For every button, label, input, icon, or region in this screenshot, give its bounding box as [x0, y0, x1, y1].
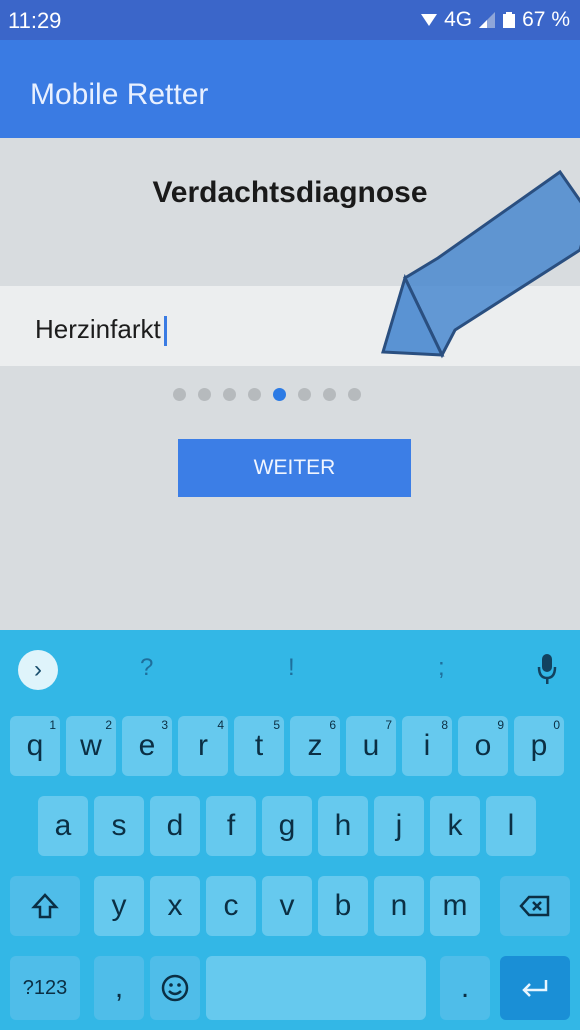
- diagnosis-input[interactable]: Herzinfarkt: [0, 286, 580, 366]
- key-n[interactable]: n: [374, 876, 424, 936]
- expand-chevron-button[interactable]: ›: [18, 650, 58, 690]
- page-indicator: [173, 388, 361, 401]
- suggestion-3[interactable]: ;: [438, 654, 445, 682]
- key-w[interactable]: w2: [66, 716, 116, 776]
- key-u[interactable]: u7: [346, 716, 396, 776]
- key-k[interactable]: k: [430, 796, 480, 856]
- comma-key[interactable]: ,: [94, 956, 144, 1020]
- key-l[interactable]: l: [486, 796, 536, 856]
- microphone-icon[interactable]: [536, 652, 558, 686]
- battery-icon: [503, 12, 516, 28]
- page-dot: [173, 388, 186, 401]
- page-dot: [323, 388, 336, 401]
- key-c[interactable]: c: [206, 876, 256, 936]
- key-r[interactable]: r4: [178, 716, 228, 776]
- content-area: Verdachtsdiagnose Herzinfarkt WEITER: [0, 138, 580, 630]
- page-dot: [248, 388, 261, 401]
- status-bar: 11:29 4G 67 %: [0, 0, 580, 40]
- key-s[interactable]: s: [94, 796, 144, 856]
- key-a[interactable]: a: [38, 796, 88, 856]
- key-d[interactable]: d: [150, 796, 200, 856]
- key-v[interactable]: v: [262, 876, 312, 936]
- key-i[interactable]: i8: [402, 716, 452, 776]
- enter-icon: [522, 980, 548, 997]
- key-m[interactable]: m: [430, 876, 480, 936]
- key-q[interactable]: q1: [10, 716, 60, 776]
- text-cursor: [163, 316, 167, 347]
- page-dot: [348, 388, 361, 401]
- app-title: Mobile Retter: [30, 78, 209, 111]
- status-indicators: 4G 67 %: [420, 8, 570, 32]
- network-type: 4G: [444, 8, 473, 31]
- period-key[interactable]: .: [440, 956, 490, 1020]
- backspace-key[interactable]: [500, 876, 570, 936]
- key-o[interactable]: o9: [458, 716, 508, 776]
- page-title: Verdachtsdiagnose: [152, 176, 428, 209]
- key-h[interactable]: h: [318, 796, 368, 856]
- key-j[interactable]: j: [374, 796, 424, 856]
- status-time: 11:29: [8, 8, 62, 33]
- key-t[interactable]: t5: [234, 716, 284, 776]
- key-b[interactable]: b: [318, 876, 368, 936]
- key-g[interactable]: g: [262, 796, 312, 856]
- keyboard: › ? ! ; q1 w2 e3 r4 t5 z6 u7 i8 o9 p0 a …: [0, 630, 580, 1030]
- page-dot-active: [273, 388, 286, 401]
- key-f[interactable]: f: [206, 796, 256, 856]
- emoji-key[interactable]: [150, 956, 200, 1020]
- space-key[interactable]: [206, 956, 426, 1020]
- symbols-key[interactable]: ?123: [10, 956, 80, 1020]
- diagnosis-input-value: Herzinfarkt: [35, 314, 167, 347]
- emoji-icon: [161, 974, 189, 1002]
- enter-key[interactable]: [500, 956, 570, 1020]
- page-dot: [198, 388, 211, 401]
- backspace-icon: [519, 895, 550, 917]
- key-y[interactable]: y: [94, 876, 144, 936]
- wifi-icon: [421, 14, 438, 26]
- suggestion-1[interactable]: ?: [140, 654, 153, 682]
- battery-level: 67 %: [522, 8, 570, 31]
- page-dot: [298, 388, 311, 401]
- key-z[interactable]: z6: [290, 716, 340, 776]
- key-x[interactable]: x: [150, 876, 200, 936]
- page-dot: [223, 388, 236, 401]
- next-button[interactable]: WEITER: [178, 439, 411, 497]
- shift-icon: [31, 893, 59, 919]
- app-bar: Mobile Retter: [0, 40, 580, 138]
- key-e[interactable]: e3: [122, 716, 172, 776]
- suggestion-bar: › ? ! ;: [0, 640, 580, 700]
- key-p[interactable]: p0: [514, 716, 564, 776]
- signal-icon: [479, 12, 496, 28]
- shift-key[interactable]: [10, 876, 80, 936]
- suggestion-2[interactable]: !: [288, 654, 295, 682]
